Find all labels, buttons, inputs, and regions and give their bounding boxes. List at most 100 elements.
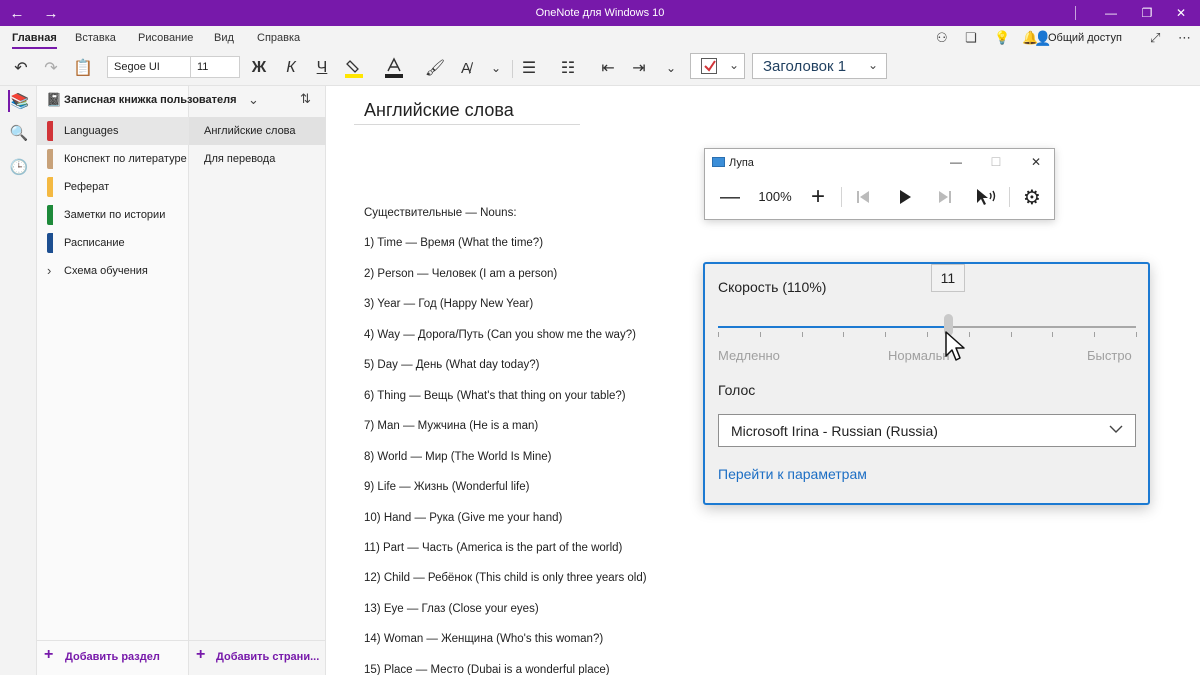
search-feature-icon[interactable]: ⚇ bbox=[936, 30, 948, 46]
chevron-down-icon: ⌄ bbox=[867, 58, 878, 72]
speed-slider-track[interactable] bbox=[718, 326, 1136, 328]
content-line[interactable]: Существительные — Nouns: bbox=[364, 207, 517, 219]
chevron-down-icon[interactable]: ⌄ bbox=[248, 92, 259, 108]
notebook-title[interactable]: Записная книжка пользователя bbox=[64, 94, 237, 106]
go-to-settings-link[interactable]: Перейти к параметрам bbox=[718, 466, 867, 482]
section-item[interactable]: Реферат bbox=[37, 173, 189, 201]
section-item[interactable]: Languages bbox=[37, 117, 189, 145]
minimize-button[interactable]: — bbox=[1092, 0, 1130, 26]
left-rail: 📚 🔍 🕒 bbox=[0, 86, 37, 675]
expand-icon[interactable]: ⤢ bbox=[1150, 30, 1160, 46]
content-line[interactable]: 13) Eye — Глаз (Close your eyes) bbox=[364, 603, 539, 615]
content-line[interactable]: 9) Life — Жизнь (Wonderful life) bbox=[364, 481, 529, 493]
read-from-here-icon[interactable] bbox=[973, 183, 999, 211]
chevron-down-icon[interactable]: ⌄ bbox=[487, 56, 505, 80]
font-size-field[interactable]: 11 bbox=[190, 56, 240, 78]
pages-icon[interactable]: ❏ bbox=[965, 30, 977, 46]
content-line[interactable]: 1) Time — Время (What the time?) bbox=[364, 237, 543, 249]
tab-home[interactable]: Главная bbox=[12, 32, 57, 49]
outdent-icon[interactable]: ⇤ bbox=[597, 56, 619, 80]
voice-select[interactable]: Microsoft Irina - Russian (Russia) bbox=[718, 414, 1136, 447]
chevron-down-icon bbox=[1109, 421, 1123, 437]
tab-view[interactable]: Вид bbox=[214, 32, 234, 44]
slider-tick bbox=[969, 332, 970, 337]
undo-icon[interactable]: ↶ bbox=[10, 56, 32, 80]
plus-icon: + bbox=[44, 646, 54, 663]
underline-button[interactable]: Ч bbox=[311, 56, 333, 80]
content-line[interactable]: 8) World — Мир (The World Is Mine) bbox=[364, 451, 551, 463]
speed-settings-panel: Скорость (110%) 11 Медленно Нормальн Быс… bbox=[703, 262, 1150, 505]
font-name-field[interactable]: Segoe UI bbox=[107, 56, 191, 78]
maximize-button[interactable]: ❐ bbox=[1128, 0, 1166, 26]
search-icon[interactable]: 🔍 bbox=[8, 122, 30, 144]
tab-insert[interactable]: Вставка bbox=[75, 32, 116, 44]
page-item[interactable]: Английские слова bbox=[189, 117, 326, 145]
section-group-item[interactable]: › Схема обучения bbox=[37, 257, 189, 285]
magnifier-title: Лупа bbox=[729, 157, 754, 169]
clipboard-icon[interactable]: 📋 bbox=[72, 56, 94, 80]
zoom-in-button[interactable]: + bbox=[805, 183, 831, 211]
bullets-icon[interactable]: ☰ bbox=[518, 56, 540, 80]
more-options-icon[interactable]: ⋯ bbox=[1178, 30, 1191, 46]
content-line[interactable]: 4) Way — Дорога/Путь (Can you show me th… bbox=[364, 329, 636, 341]
todo-tag-box[interactable]: ⌄ bbox=[690, 53, 745, 79]
close-button[interactable]: ✕ bbox=[1023, 151, 1049, 173]
content-line[interactable]: 6) Thing — Вещь (What's that thing on yo… bbox=[364, 390, 626, 402]
slider-tick bbox=[1136, 332, 1137, 337]
numbering-icon[interactable]: ☷ bbox=[557, 56, 579, 80]
sort-icon[interactable]: ⇅ bbox=[300, 91, 311, 107]
add-page-button[interactable]: Добавить страни... bbox=[216, 651, 319, 663]
page-title[interactable]: Английские слова bbox=[364, 100, 514, 121]
content-line[interactable]: 10) Hand — Рука (Give me your hand) bbox=[364, 512, 562, 524]
section-item[interactable]: Заметки по истории bbox=[37, 201, 189, 229]
page-item[interactable]: Для перевода bbox=[189, 145, 326, 173]
close-button[interactable]: ✕ bbox=[1162, 0, 1200, 26]
notebooks-icon[interactable]: 📚 bbox=[8, 90, 30, 112]
tab-help[interactable]: Справка bbox=[257, 32, 300, 44]
indent-icon[interactable]: ⇥ bbox=[628, 56, 650, 80]
font-color-icon[interactable] bbox=[382, 56, 406, 80]
add-section-button[interactable]: Добавить раздел bbox=[65, 651, 160, 663]
notebook-icon: 📓 bbox=[46, 92, 63, 107]
content-line[interactable]: 12) Child — Ребёнок (This child is only … bbox=[364, 572, 647, 584]
section-color-tab bbox=[47, 149, 53, 169]
italic-button[interactable]: К bbox=[280, 56, 302, 80]
chevron-down-icon[interactable]: ⌄ bbox=[729, 58, 739, 72]
plus-icon: + bbox=[196, 646, 206, 663]
content-line[interactable]: 11) Part — Часть (America is the part of… bbox=[364, 542, 622, 554]
content-line[interactable]: 5) Day — День (What day today?) bbox=[364, 359, 539, 371]
lightbulb-icon[interactable]: 💡 bbox=[994, 30, 1010, 46]
voice-label: Голос bbox=[718, 382, 756, 398]
clear-format-icon[interactable]: A̸ bbox=[455, 56, 477, 80]
section-color-tab bbox=[47, 233, 53, 253]
content-line[interactable]: 7) Man — Мужчина (He is a man) bbox=[364, 420, 538, 432]
gear-icon[interactable]: ⚙ bbox=[1019, 183, 1045, 211]
slider-tick bbox=[802, 332, 803, 337]
content-line[interactable]: 2) Person — Человек (I am a person) bbox=[364, 268, 557, 280]
content-line[interactable]: 3) Year — Год (Happy New Year) bbox=[364, 298, 533, 310]
tab-draw[interactable]: Рисование bbox=[138, 32, 193, 44]
section-item[interactable]: Расписание bbox=[37, 229, 189, 257]
pages-pane bbox=[189, 86, 326, 675]
section-item[interactable]: Конспект по литературе bbox=[37, 145, 189, 173]
content-line[interactable]: 14) Woman — Женщина (Who's this woman?) bbox=[364, 633, 603, 645]
format-painter-icon[interactable]: 🖌 bbox=[424, 56, 446, 80]
window-title: OneNote для Windows 10 bbox=[535, 7, 665, 19]
speed-slider-fill bbox=[718, 326, 948, 328]
slider-tick bbox=[843, 332, 844, 337]
magnifier-window: Лупа — ☐ ✕ — 100% + ⚙ bbox=[704, 148, 1055, 220]
highlight-icon[interactable] bbox=[342, 56, 366, 80]
ribbon-tabs: Главная Вставка Рисование Вид Справка ⚇ … bbox=[0, 26, 1200, 50]
redo-icon[interactable]: ↷ bbox=[40, 56, 62, 80]
bold-button[interactable]: Ж bbox=[248, 56, 270, 80]
chevron-down-icon[interactable]: ⌄ bbox=[662, 56, 680, 80]
share-button[interactable]: Общий доступ bbox=[1048, 32, 1122, 44]
section-label: Реферат bbox=[64, 181, 110, 193]
recent-clock-icon[interactable]: 🕒 bbox=[8, 156, 30, 178]
zoom-out-button[interactable]: — bbox=[717, 183, 743, 211]
style-select[interactable]: Заголовок 1 ⌄ bbox=[752, 53, 887, 79]
minimize-button[interactable]: — bbox=[943, 151, 969, 173]
content-line[interactable]: 15) Place — Место (Dubai is a wonderful … bbox=[364, 664, 610, 675]
play-icon[interactable] bbox=[893, 183, 917, 211]
slider-tick bbox=[718, 332, 719, 337]
